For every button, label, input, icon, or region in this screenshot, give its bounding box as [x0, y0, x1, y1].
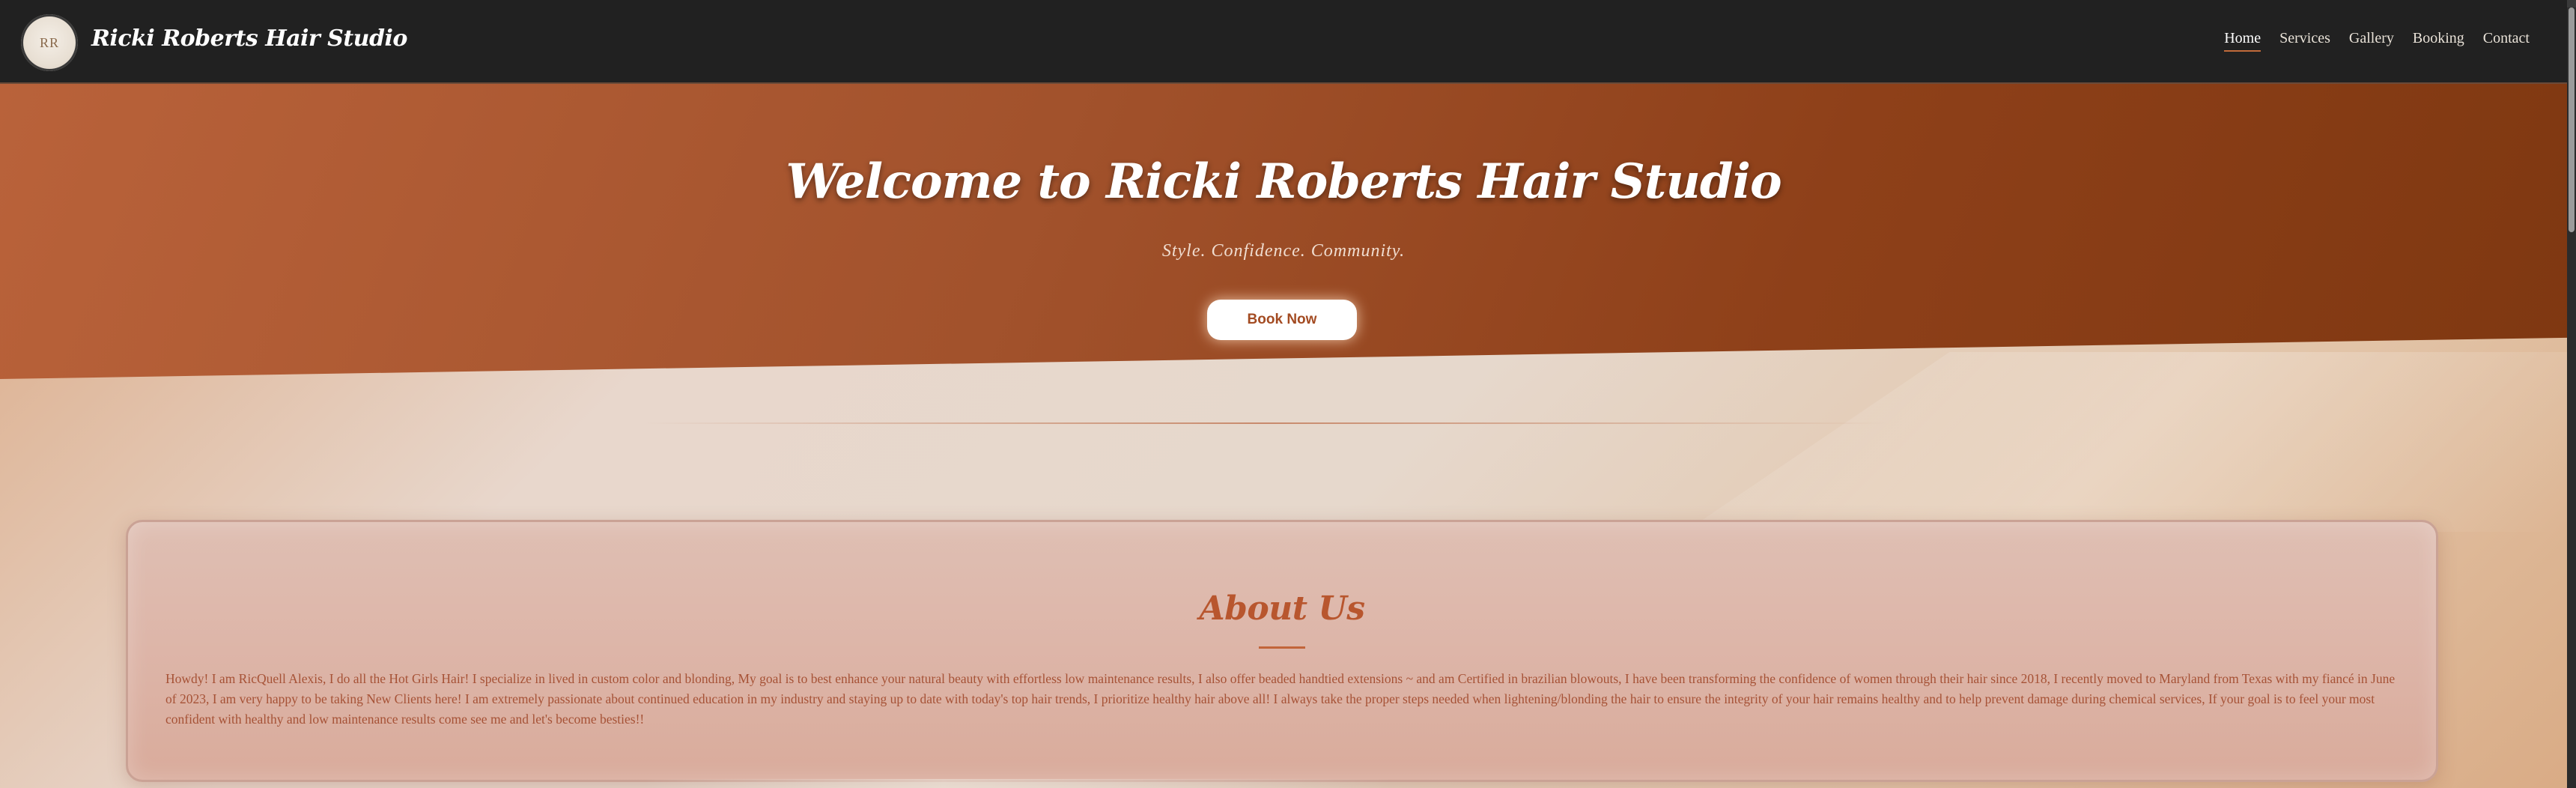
- hero-subtitle: Style. Confidence. Community.: [1161, 241, 1406, 261]
- about-paragraph: Howdy! I am RicQuell Alexis, I do all th…: [165, 671, 2396, 727]
- about-title: About Us: [1199, 590, 1365, 628]
- book-now-button[interactable]: Book Now: [1207, 300, 1357, 340]
- about-section-card: About Us Howdy! I am RicQuell Alexis, I …: [126, 520, 2438, 782]
- decorative-bottom-highlight: [644, 779, 1393, 788]
- page-scrollbar[interactable]: [2567, 0, 2576, 788]
- section-divider: [644, 422, 1887, 424]
- nav-link-gallery[interactable]: Gallery: [2349, 30, 2394, 52]
- about-title-underline: [1259, 646, 1305, 649]
- nav-link-booking[interactable]: Booking: [2413, 30, 2464, 52]
- studio-logo[interactable]: RR: [21, 14, 78, 71]
- brand-name[interactable]: Ricki Roberts Hair Studio: [91, 25, 407, 52]
- decorative-light-streak: [1685, 352, 2567, 532]
- scroll-up-arrow[interactable]: [2567, 0, 2576, 7]
- logo-monogram: RR: [39, 34, 59, 50]
- nav-link-services[interactable]: Services: [2279, 30, 2330, 52]
- nav-link-contact[interactable]: Contact: [2483, 30, 2530, 52]
- nav-link-home[interactable]: Home: [2224, 30, 2261, 52]
- top-navbar: RR Ricki Roberts Hair Studio Home Servic…: [0, 0, 2567, 84]
- scrollbar-thumb[interactable]: [2569, 7, 2575, 232]
- nav-menu: Home Services Gallery Booking Contact: [2224, 30, 2530, 52]
- hero-title: Welcome to Ricki Roberts Hair Studio: [786, 154, 1781, 210]
